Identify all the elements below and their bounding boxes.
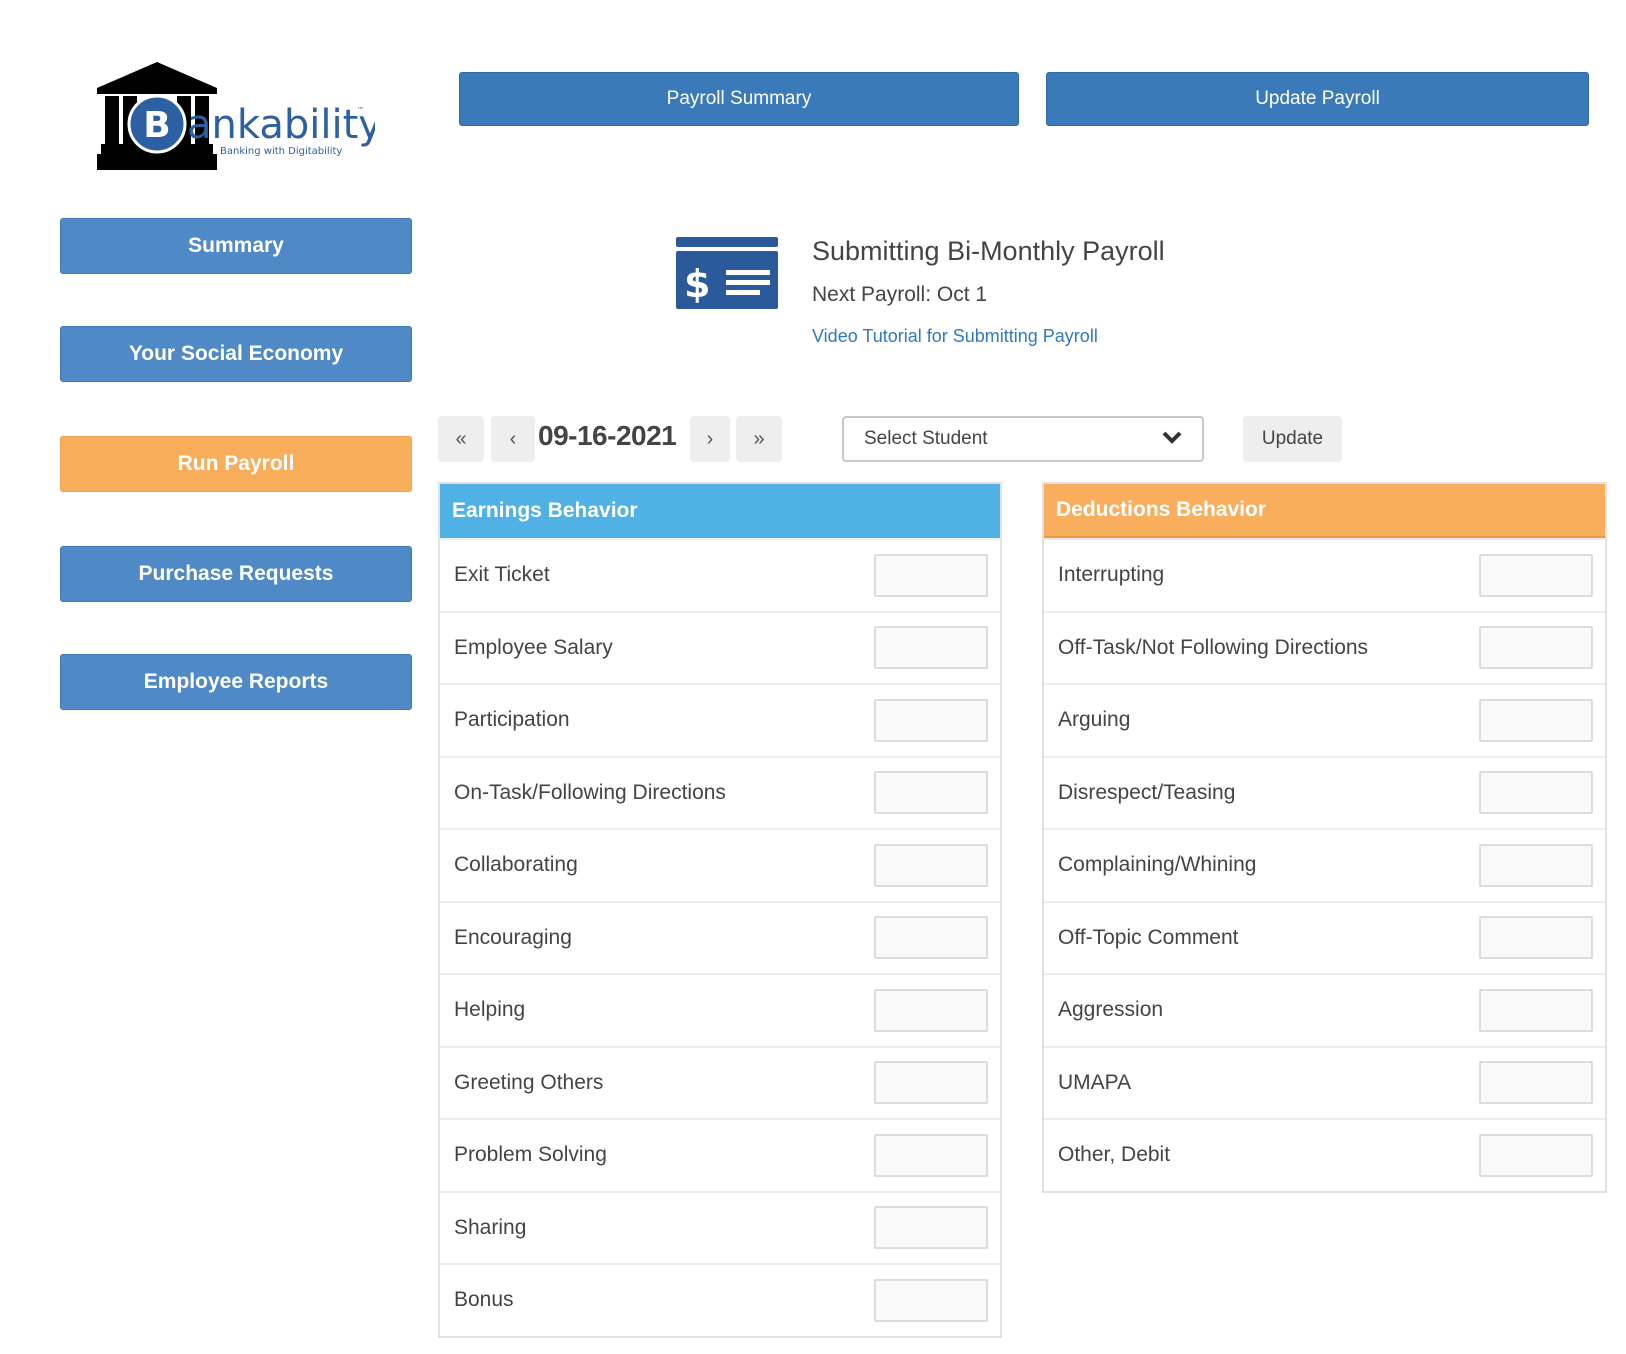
behavior-label: Employee Salary <box>454 635 613 659</box>
behavior-label: Complaining/Whining <box>1058 853 1257 877</box>
chevron-down-icon <box>1162 428 1182 450</box>
earnings-row: Helping <box>440 973 1000 1046</box>
payroll-title: Submitting Bi-Monthly Payroll <box>812 236 1165 266</box>
points-input[interactable] <box>874 771 988 815</box>
points-input[interactable] <box>1479 771 1593 815</box>
points-input[interactable] <box>874 916 988 960</box>
points-input[interactable] <box>874 1206 988 1250</box>
points-input[interactable] <box>1479 1133 1593 1177</box>
earnings-row: Greeting Others <box>440 1045 1000 1119</box>
payroll-check-icon: $ <box>676 237 778 309</box>
earnings-row: Sharing <box>440 1190 1000 1264</box>
svg-text:B: B <box>143 105 170 146</box>
behavior-label: Sharing <box>454 1215 527 1239</box>
svg-text:™: ™ <box>357 106 364 114</box>
svg-text:ankability: ankability <box>187 102 375 148</box>
behavior-label: Interrupting <box>1058 563 1165 587</box>
points-input[interactable] <box>1479 626 1593 670</box>
behavior-label: On-Task/Following Directions <box>454 780 726 804</box>
deductions-row: Off-Task/Not Following Directions <box>1044 610 1605 684</box>
earnings-row: On-Task/Following Directions <box>440 755 1000 829</box>
points-input[interactable] <box>1479 916 1593 960</box>
update-button[interactable]: Update <box>1243 416 1342 462</box>
points-input[interactable] <box>874 1061 988 1105</box>
deductions-row: Aggression <box>1044 973 1605 1046</box>
points-input[interactable] <box>1479 988 1593 1032</box>
svg-text:$: $ <box>684 262 710 306</box>
points-input[interactable] <box>1479 698 1593 742</box>
points-input[interactable] <box>1479 1061 1593 1105</box>
earnings-row: Bonus <box>440 1263 1000 1336</box>
sidebar-item-purchase-requests[interactable]: Purchase Requests <box>60 546 412 602</box>
behavior-label: Bonus <box>454 1288 514 1312</box>
payroll-summary-button[interactable]: Payroll Summary <box>459 72 1019 126</box>
first-date-button[interactable]: « <box>438 416 484 462</box>
sidebar-item-summary[interactable]: Summary <box>60 218 412 274</box>
sidebar-item-run-payroll[interactable]: Run Payroll <box>60 436 412 492</box>
sidebar-item-employee-reports[interactable]: Employee Reports <box>60 654 412 710</box>
deductions-header: Deductions Behavior <box>1044 484 1605 538</box>
svg-text:Banking with Digitability: Banking with Digitability <box>220 146 342 157</box>
deductions-row: Arguing <box>1044 683 1605 756</box>
student-select-value: Select Student <box>864 428 988 449</box>
next-date-button[interactable]: › <box>690 416 730 462</box>
behavior-label: Collaborating <box>454 853 578 877</box>
video-tutorial-link[interactable]: Video Tutorial for Submitting Payroll <box>812 326 1098 347</box>
deductions-row: Interrupting <box>1044 538 1605 611</box>
behavior-label: Off-Task/Not Following Directions <box>1058 635 1369 659</box>
points-input[interactable] <box>1479 553 1593 597</box>
behavior-label: Encouraging <box>454 925 572 949</box>
student-select[interactable]: Select Student <box>842 416 1204 462</box>
deductions-row: Disrespect/Teasing <box>1044 755 1605 829</box>
points-input[interactable] <box>874 1133 988 1177</box>
behavior-label: Arguing <box>1058 708 1131 732</box>
earnings-row: Exit Ticket <box>440 538 1000 611</box>
points-input[interactable] <box>874 626 988 670</box>
behavior-label: Exit Ticket <box>454 563 550 587</box>
behavior-label: Greeting Others <box>454 1070 604 1094</box>
deductions-row: Other, Debit <box>1044 1118 1605 1191</box>
points-input[interactable] <box>874 843 988 887</box>
last-date-button[interactable]: » <box>736 416 782 462</box>
behavior-label: Off-Topic Comment <box>1058 925 1239 949</box>
behavior-label: Problem Solving <box>454 1143 607 1167</box>
earnings-row: Encouraging <box>440 900 1000 974</box>
behavior-label: UMAPA <box>1058 1070 1132 1094</box>
bankability-logo: B ankability ™ Banking with Digitability <box>95 60 375 175</box>
earnings-row: Employee Salary <box>440 610 1000 684</box>
current-date: 09-16-2021 <box>538 420 677 451</box>
points-input[interactable] <box>874 553 988 597</box>
behavior-label: Other, Debit <box>1058 1143 1171 1167</box>
deductions-row: Complaining/Whining <box>1044 828 1605 901</box>
deductions-row: UMAPA <box>1044 1045 1605 1119</box>
deductions-row: Off-Topic Comment <box>1044 900 1605 974</box>
points-input[interactable] <box>1479 843 1593 887</box>
earnings-row: Collaborating <box>440 828 1000 901</box>
points-input[interactable] <box>874 988 988 1032</box>
points-input[interactable] <box>874 698 988 742</box>
earnings-panel: Earnings Behavior Exit Ticket Employee S… <box>438 482 1002 1338</box>
behavior-label: Disrespect/Teasing <box>1058 780 1236 804</box>
behavior-label: Participation <box>454 708 570 732</box>
sidebar-item-social-economy[interactable]: Your Social Economy <box>60 326 412 382</box>
earnings-row: Problem Solving <box>440 1118 1000 1191</box>
earnings-row: Participation <box>440 683 1000 756</box>
earnings-header: Earnings Behavior <box>440 484 1000 538</box>
points-input[interactable] <box>874 1278 988 1322</box>
behavior-label: Aggression <box>1058 998 1164 1022</box>
next-payroll-date: Next Payroll: Oct 1 <box>812 283 988 306</box>
deductions-panel: Deductions Behavior Interrupting Off-Tas… <box>1042 482 1607 1193</box>
previous-date-button[interactable]: ‹ <box>491 416 535 462</box>
behavior-label: Helping <box>454 998 526 1022</box>
bank-building-icon: B ankability ™ Banking with Digitability <box>97 62 375 170</box>
update-payroll-button[interactable]: Update Payroll <box>1046 72 1589 126</box>
